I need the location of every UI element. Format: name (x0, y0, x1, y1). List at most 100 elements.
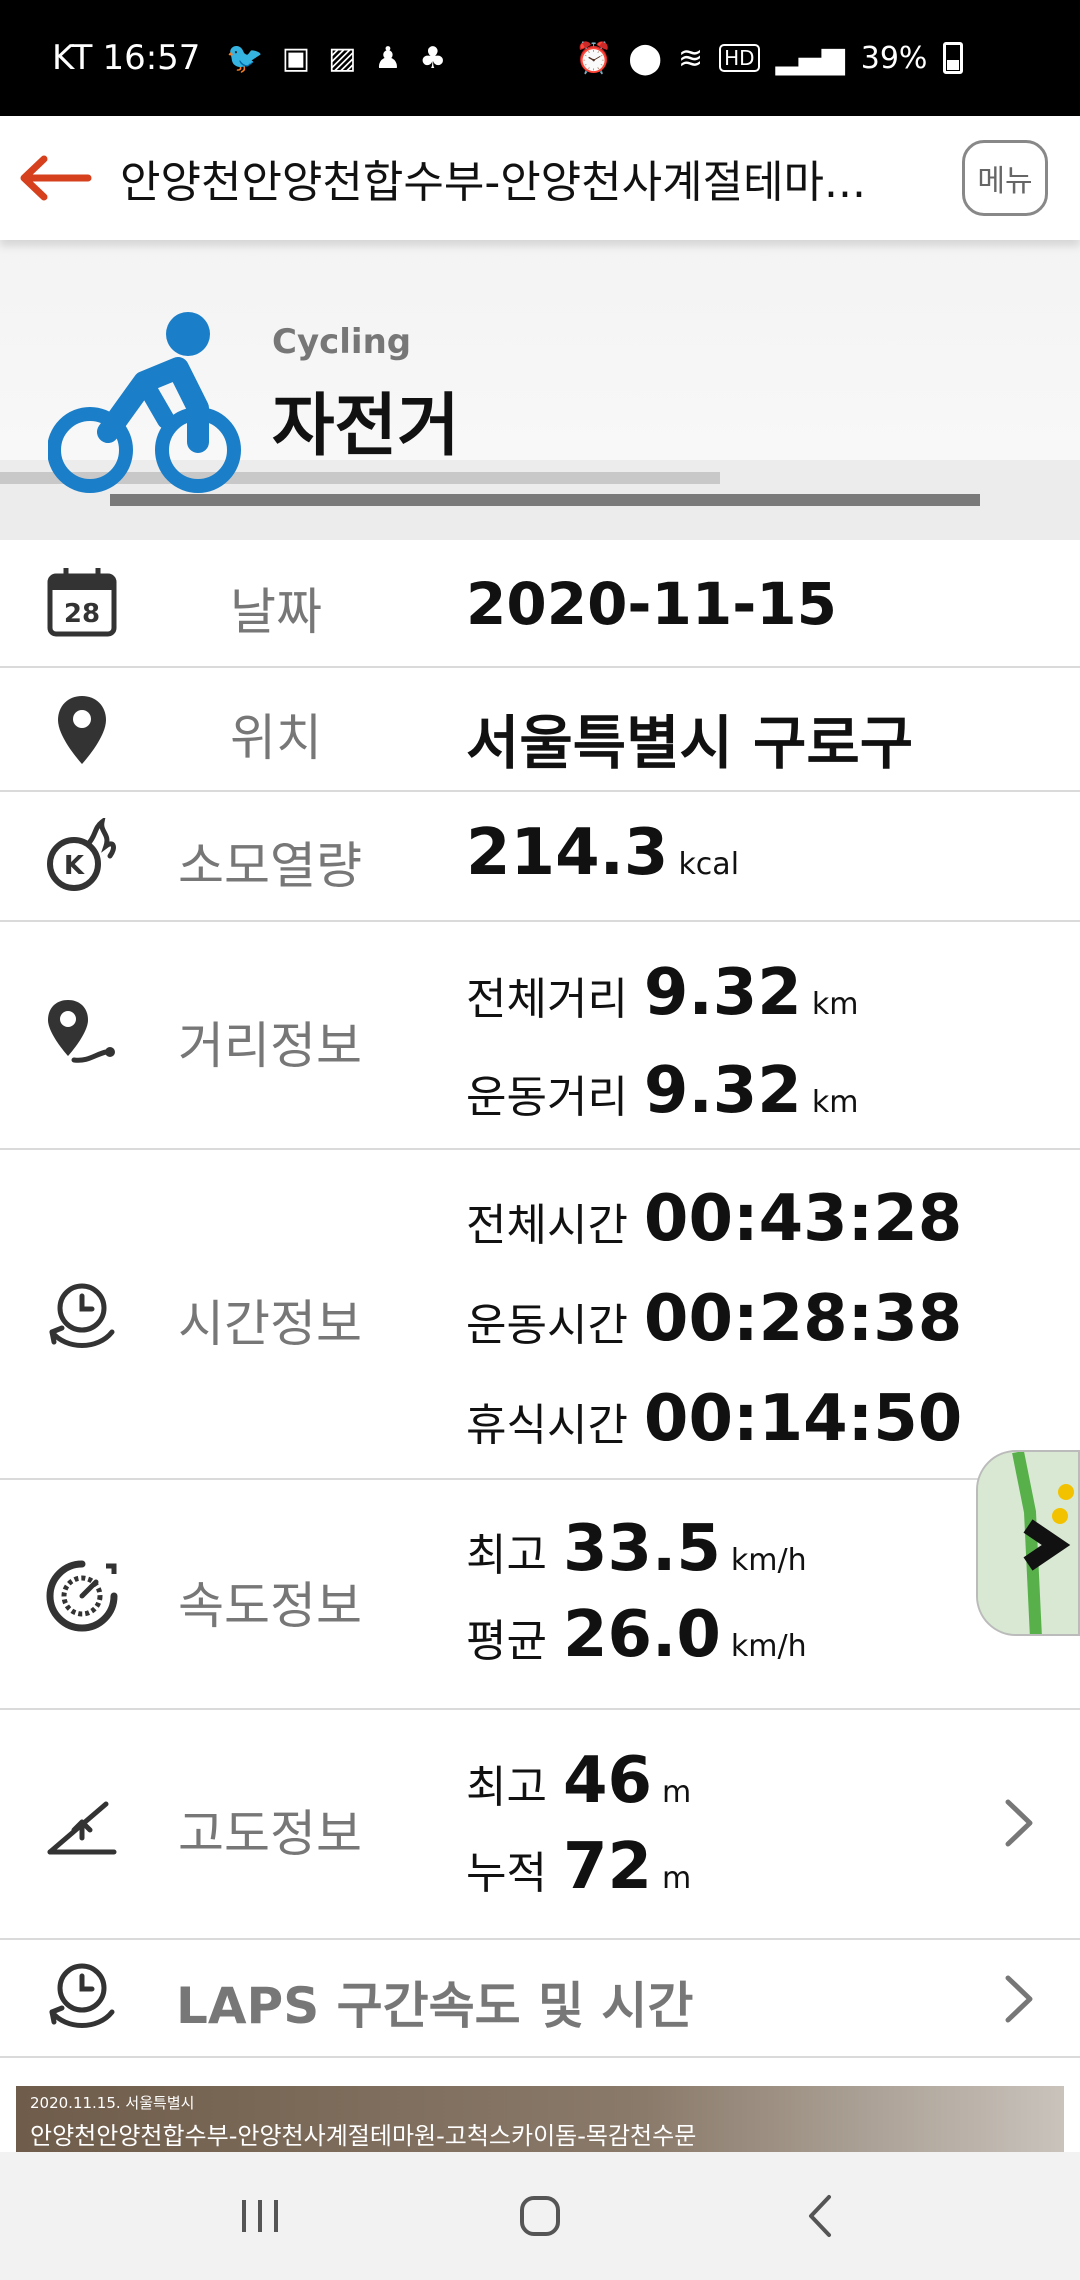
avg-speed-line: 평균 26.0 km/h (466, 1598, 807, 1672)
moving-distance-value: 9.32 (643, 1054, 802, 1128)
moving-time-label: 운동시간 (466, 1300, 628, 1351)
calendar-icon: 28 (40, 560, 124, 644)
calories-unit: kcal (678, 847, 740, 882)
twitter-icon: 🐦 (226, 40, 264, 76)
back-chevron-icon (809, 2195, 831, 2237)
time-label: 시간정보 (178, 1295, 362, 1353)
max-speed-unit: km/h (730, 1543, 807, 1578)
max-speed-line: 최고 33.5 km/h (466, 1512, 807, 1586)
activity-details: 28 날짜 2020-11-15 위치 서울특별시 구로구 K 소모열량 214… (0, 540, 1080, 2058)
chevron-right-icon (1005, 1975, 1033, 2023)
max-altitude-unit: m (662, 1775, 692, 1810)
back-arrow-icon (20, 155, 92, 201)
calories-label: 소모열량 (178, 837, 362, 895)
moving-time-value: 00:28:38 (643, 1282, 963, 1356)
route-pin-icon (40, 992, 124, 1076)
max-speed-value: 33.5 (562, 1512, 721, 1586)
distance-label: 거리정보 (178, 1017, 362, 1075)
back-button[interactable] (0, 116, 110, 240)
battery-percent: 39% (860, 40, 928, 76)
laps-label: LAPS 구간속도 및 시간 (176, 1977, 694, 2035)
banner-title: 안양천안양천합수부-안양천사계절테마원-고척스카이돔-목감천수문 (30, 2122, 697, 2150)
total-time-line: 전체시간 00:43:28 (466, 1182, 962, 1256)
time-row: 시간정보 전체시간 00:43:28 운동시간 00:28:38 휴식시간 00… (0, 1150, 1080, 1480)
avg-speed-label: 평균 (466, 1616, 547, 1667)
cum-altitude-label: 누적 (466, 1848, 547, 1899)
status-left: KT 16:57 🐦 ▣ ▨ ♟ ♣ (52, 38, 446, 78)
rest-time-line: 휴식시간 00:14:50 (466, 1382, 962, 1456)
location-row: 위치 서울특별시 구로구 (0, 668, 1080, 792)
activity-hero: Cycling 자전거 (0, 240, 1080, 540)
calories-value-line: 214.3 kcal (466, 816, 739, 890)
gallery-icon: ▨ (328, 40, 357, 76)
banner-date: 2020.11.15. 서울특별시 (30, 2094, 195, 2112)
back-nav-button[interactable] (770, 2176, 870, 2256)
max-altitude-line: 최고 46 m (466, 1744, 691, 1818)
laps-row[interactable]: LAPS 구간속도 및 시간 (0, 1940, 1080, 2058)
wifi-icon: ≋ (677, 40, 704, 76)
calories-row: K 소모열량 214.3 kcal (0, 792, 1080, 922)
menu-button[interactable]: 메뉴 (962, 140, 1048, 216)
activity-title: 자전거 (272, 387, 460, 466)
map-thumbnail (978, 1452, 1078, 1634)
alarm-icon: ⏰ (575, 40, 613, 76)
recent-apps-button[interactable] (210, 2176, 310, 2256)
total-distance-label: 전체거리 (466, 974, 628, 1025)
home-icon (520, 2196, 560, 2236)
notification-icon: ♟ (374, 40, 402, 76)
altitude-label: 고도정보 (178, 1805, 362, 1863)
app-header: 안양천안양천합수부-안양천사계절테마... 메뉴 (0, 116, 1080, 240)
location-value: 서울특별시 구로구 (466, 709, 914, 777)
status-bar: KT 16:57 🐦 ▣ ▨ ♟ ♣ ⏰ ⬤ ≋ HD ▂▄▆ 39% (0, 0, 1080, 116)
cum-altitude-unit: m (662, 1861, 692, 1896)
total-time-value: 00:43:28 (643, 1182, 963, 1256)
max-speed-label: 최고 (466, 1530, 547, 1581)
page-title: 안양천안양천합수부-안양천사계절테마... (120, 157, 866, 208)
notification-icons: 🐦 ▣ ▨ ♟ ♣ (226, 41, 446, 76)
date-value: 2020-11-15 (466, 570, 837, 638)
cyclist-icon (48, 312, 241, 493)
laps-clock-icon (40, 1954, 124, 2038)
activity-subtitle: Cycling (272, 322, 412, 362)
total-distance-unit: km (811, 987, 859, 1022)
rest-time-value: 00:14:50 (643, 1382, 963, 1456)
chevron-right-icon (1005, 1799, 1033, 1847)
elevation-icon (40, 1784, 124, 1868)
app-icon: ♣ (419, 40, 447, 76)
carrier-label: KT (52, 38, 93, 78)
max-altitude-label: 최고 (466, 1762, 547, 1813)
moving-distance-unit: km (811, 1085, 859, 1120)
clock-icon (40, 1274, 124, 1358)
avg-speed-unit: km/h (730, 1629, 807, 1664)
app-icon: ▣ (281, 40, 311, 76)
speed-row: 속도정보 최고 33.5 km/h 평균 26.0 km/h (0, 1480, 1080, 1710)
location-icon: ⬤ (628, 40, 662, 76)
activity-photo-banner[interactable]: 2020.11.15. 서울특별시 안양천안양천합수부-안양천사계절테마원-고척… (16, 2086, 1064, 2158)
recent-apps-icon (242, 2200, 278, 2232)
map-pin-icon (40, 688, 124, 772)
total-distance-value: 9.32 (643, 956, 802, 1030)
speed-label: 속도정보 (178, 1577, 362, 1635)
calories-value: 214.3 (466, 816, 669, 890)
distance-row: 거리정보 전체거리 9.32 km 운동거리 9.32 km (0, 922, 1080, 1150)
moving-distance-label: 운동거리 (466, 1072, 628, 1123)
altitude-row[interactable]: 고도정보 최고 46 m 누적 72 m (0, 1710, 1080, 1940)
status-time: 16:57 (102, 38, 201, 78)
calories-icon: K (40, 814, 124, 898)
svg-text:K: K (64, 851, 85, 881)
home-button[interactable] (490, 2176, 590, 2256)
cum-altitude-value: 72 (562, 1830, 653, 1904)
total-distance-line: 전체거리 9.32 km (466, 956, 858, 1030)
svg-text:28: 28 (64, 599, 100, 629)
signal-icon: ▂▄▆ (775, 40, 845, 76)
system-nav-bar (0, 2152, 1080, 2280)
cum-altitude-line: 누적 72 m (466, 1830, 691, 1904)
moving-distance-line: 운동거리 9.32 km (466, 1054, 858, 1128)
map-preview-button[interactable] (976, 1450, 1080, 1636)
hd-icon: HD (719, 44, 760, 72)
total-time-label: 전체시간 (466, 1200, 628, 1251)
location-label: 위치 (230, 709, 322, 767)
status-right: ⏰ ⬤ ≋ HD ▂▄▆ 39% (575, 0, 964, 116)
battery-icon (943, 42, 964, 74)
speedometer-icon (40, 1554, 124, 1638)
